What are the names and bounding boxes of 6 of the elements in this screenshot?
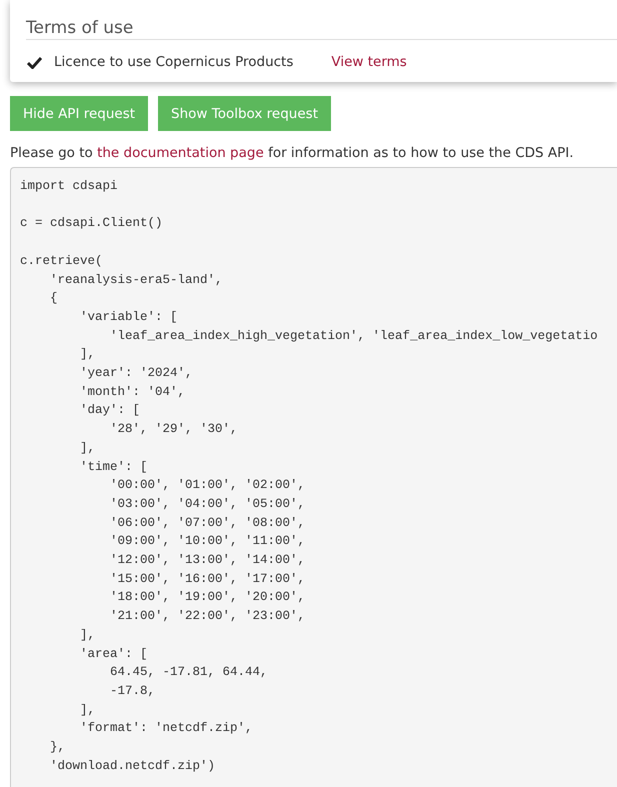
view-terms-link[interactable]: View terms [331, 54, 407, 70]
licence-name: Licence to use Copernicus Products [54, 54, 294, 70]
documentation-link[interactable]: the documentation page [97, 145, 264, 161]
api-request-code: import cdsapi c = cdsapi.Client() c.retrieve( 'reanalysis-era5-land', { 'variable': [ 'leaf_area_index_high_vegetation', 'leaf_area_index_low_vegetatio ], 'year': '2024', 'month': '04', 'day': [ '28', '29', '30', ], 'time': [ '00:00', '01:00', '02:00', '03:00', '04:00', '05:00', '06:00', '07:00', '08:00', '09:00', '10:00', '11:00', '12:00', '13:00', '14:00', '15:00', '16:00', '17:00', '18:00', '19:00', '20:00', '21:00', '22:00', '23:00', ], 'area': [ 64.45, -17.81, 64.44, -17.8, ], 'format': 'netcdf.zip', }, 'download.netcdf.zip') [20, 178, 599, 775]
terms-title: Terms of use [26, 18, 617, 40]
api-instructions-text: Please go to the documentation page for information as to how to use the CDS API. [10, 145, 575, 161]
